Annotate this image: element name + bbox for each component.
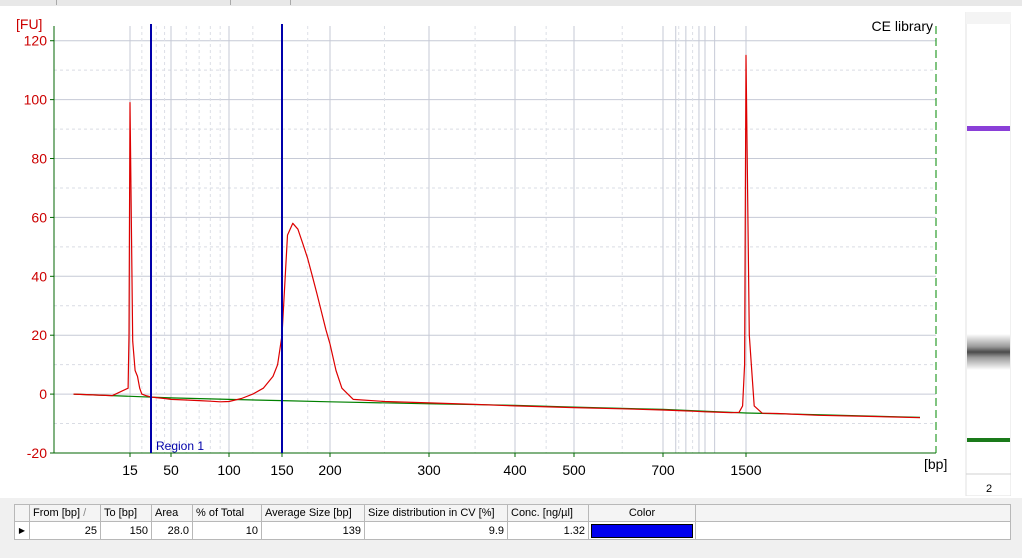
cell-conc: 1.32	[507, 521, 589, 540]
sort-indicator: /	[83, 507, 87, 519]
gel-lane-background	[965, 12, 1011, 496]
cell-filler	[695, 521, 1011, 540]
series-line-trace	[73, 54, 921, 419]
tab[interactable]	[56, 0, 231, 5]
cell-area: 28.0	[151, 521, 193, 540]
x-tick-label: 300	[417, 462, 441, 478]
electropherogram-chart: 15 50 100 150 200 300 400 500 700 1500 -20 0 20 40 60…	[16, 16, 947, 478]
x-tick-label: 100	[217, 462, 241, 478]
table-header-row: From [bp] / To [bp] Area % of Total Aver…	[14, 504, 1011, 522]
y-axis-unit: [FU]	[16, 16, 42, 32]
x-ticks: 15 50 100 150 200 300 400 500 700 1500	[122, 453, 762, 478]
y-tick-label: -20	[27, 445, 47, 461]
y-tick-label: 80	[31, 151, 47, 167]
column-header-label: Size distribution in CV [%]	[368, 507, 495, 519]
series	[73, 54, 921, 419]
column-header-conc[interactable]: Conc. [ng/µl]	[507, 504, 589, 522]
x-tick-label: 700	[651, 462, 675, 478]
x-tick-label: 1500	[730, 462, 761, 478]
column-header-color[interactable]: Color	[588, 504, 696, 522]
y-ticks: -20 0 20 40 60 80 100 120	[24, 33, 54, 461]
y-tick-label: 0	[39, 386, 47, 402]
column-header-label: Color	[628, 507, 656, 519]
table-row[interactable]: ▶ 25 150 28.0 10 139 9.9 1.32	[14, 521, 1011, 540]
grid	[54, 26, 936, 454]
y-tick-label: 20	[31, 327, 47, 343]
cell-to[interactable]: 150	[100, 521, 152, 540]
y-tick-label: 40	[31, 268, 47, 284]
region-label: Region 1	[156, 439, 204, 453]
column-header-label: From [bp]	[33, 507, 81, 519]
x-tick-label: 200	[318, 462, 342, 478]
color-swatch[interactable]	[591, 523, 693, 538]
x-axis-unit: [bp]	[924, 456, 947, 472]
gel-band-upper-marker	[967, 126, 1010, 131]
y-tick-label: 100	[24, 92, 48, 108]
tab[interactable]	[230, 0, 291, 5]
electropherogram-panel: 15 50 100 150 200 300 400 500 700 1500 -20 0 20 40 60…	[0, 6, 1022, 498]
cell-cv: 9.9	[364, 521, 508, 540]
column-header-label: % of Total	[196, 507, 245, 519]
column-header-pct-total[interactable]: % of Total	[192, 504, 262, 522]
column-header-label: Area	[155, 507, 179, 519]
gel-lane-top	[966, 12, 1011, 24]
column-header-avg-size[interactable]: Average Size [bp]	[261, 504, 365, 522]
column-header-from[interactable]: From [bp] /	[29, 504, 101, 522]
y-tick-label: 60	[31, 209, 47, 225]
gel-band-library	[967, 334, 1010, 370]
cell-pct-total: 10	[192, 521, 262, 540]
row-selector-arrow[interactable]: ▶	[14, 521, 30, 540]
tab[interactable]	[0, 0, 57, 5]
gel-band-lower-marker	[967, 438, 1010, 442]
gel-lane-label: 2	[986, 483, 992, 495]
column-header-cv[interactable]: Size distribution in CV [%]	[364, 504, 508, 522]
column-header-label: Conc. [ng/µl]	[511, 507, 573, 519]
row-selector-header	[14, 504, 30, 522]
column-header-to[interactable]: To [bp]	[100, 504, 152, 522]
column-header-label: Average Size [bp]	[265, 507, 352, 519]
chart-title: CE library	[872, 18, 933, 34]
column-header-label: To [bp]	[104, 507, 138, 519]
x-tick-label: 15	[122, 462, 138, 478]
y-tick-label: 120	[24, 33, 48, 49]
cell-color[interactable]	[588, 521, 696, 540]
column-header-area[interactable]: Area	[151, 504, 193, 522]
column-header-filler	[695, 504, 1011, 522]
x-tick-label: 50	[163, 462, 179, 478]
x-tick-label: 400	[503, 462, 527, 478]
cell-from[interactable]: 25	[29, 521, 101, 540]
x-tick-label: 150	[270, 462, 294, 478]
cell-avg-size: 139	[261, 521, 365, 540]
results-table: From [bp] / To [bp] Area % of Total Aver…	[14, 504, 1011, 540]
gel-lane: 2	[965, 12, 1011, 496]
x-tick-label: 500	[562, 462, 586, 478]
